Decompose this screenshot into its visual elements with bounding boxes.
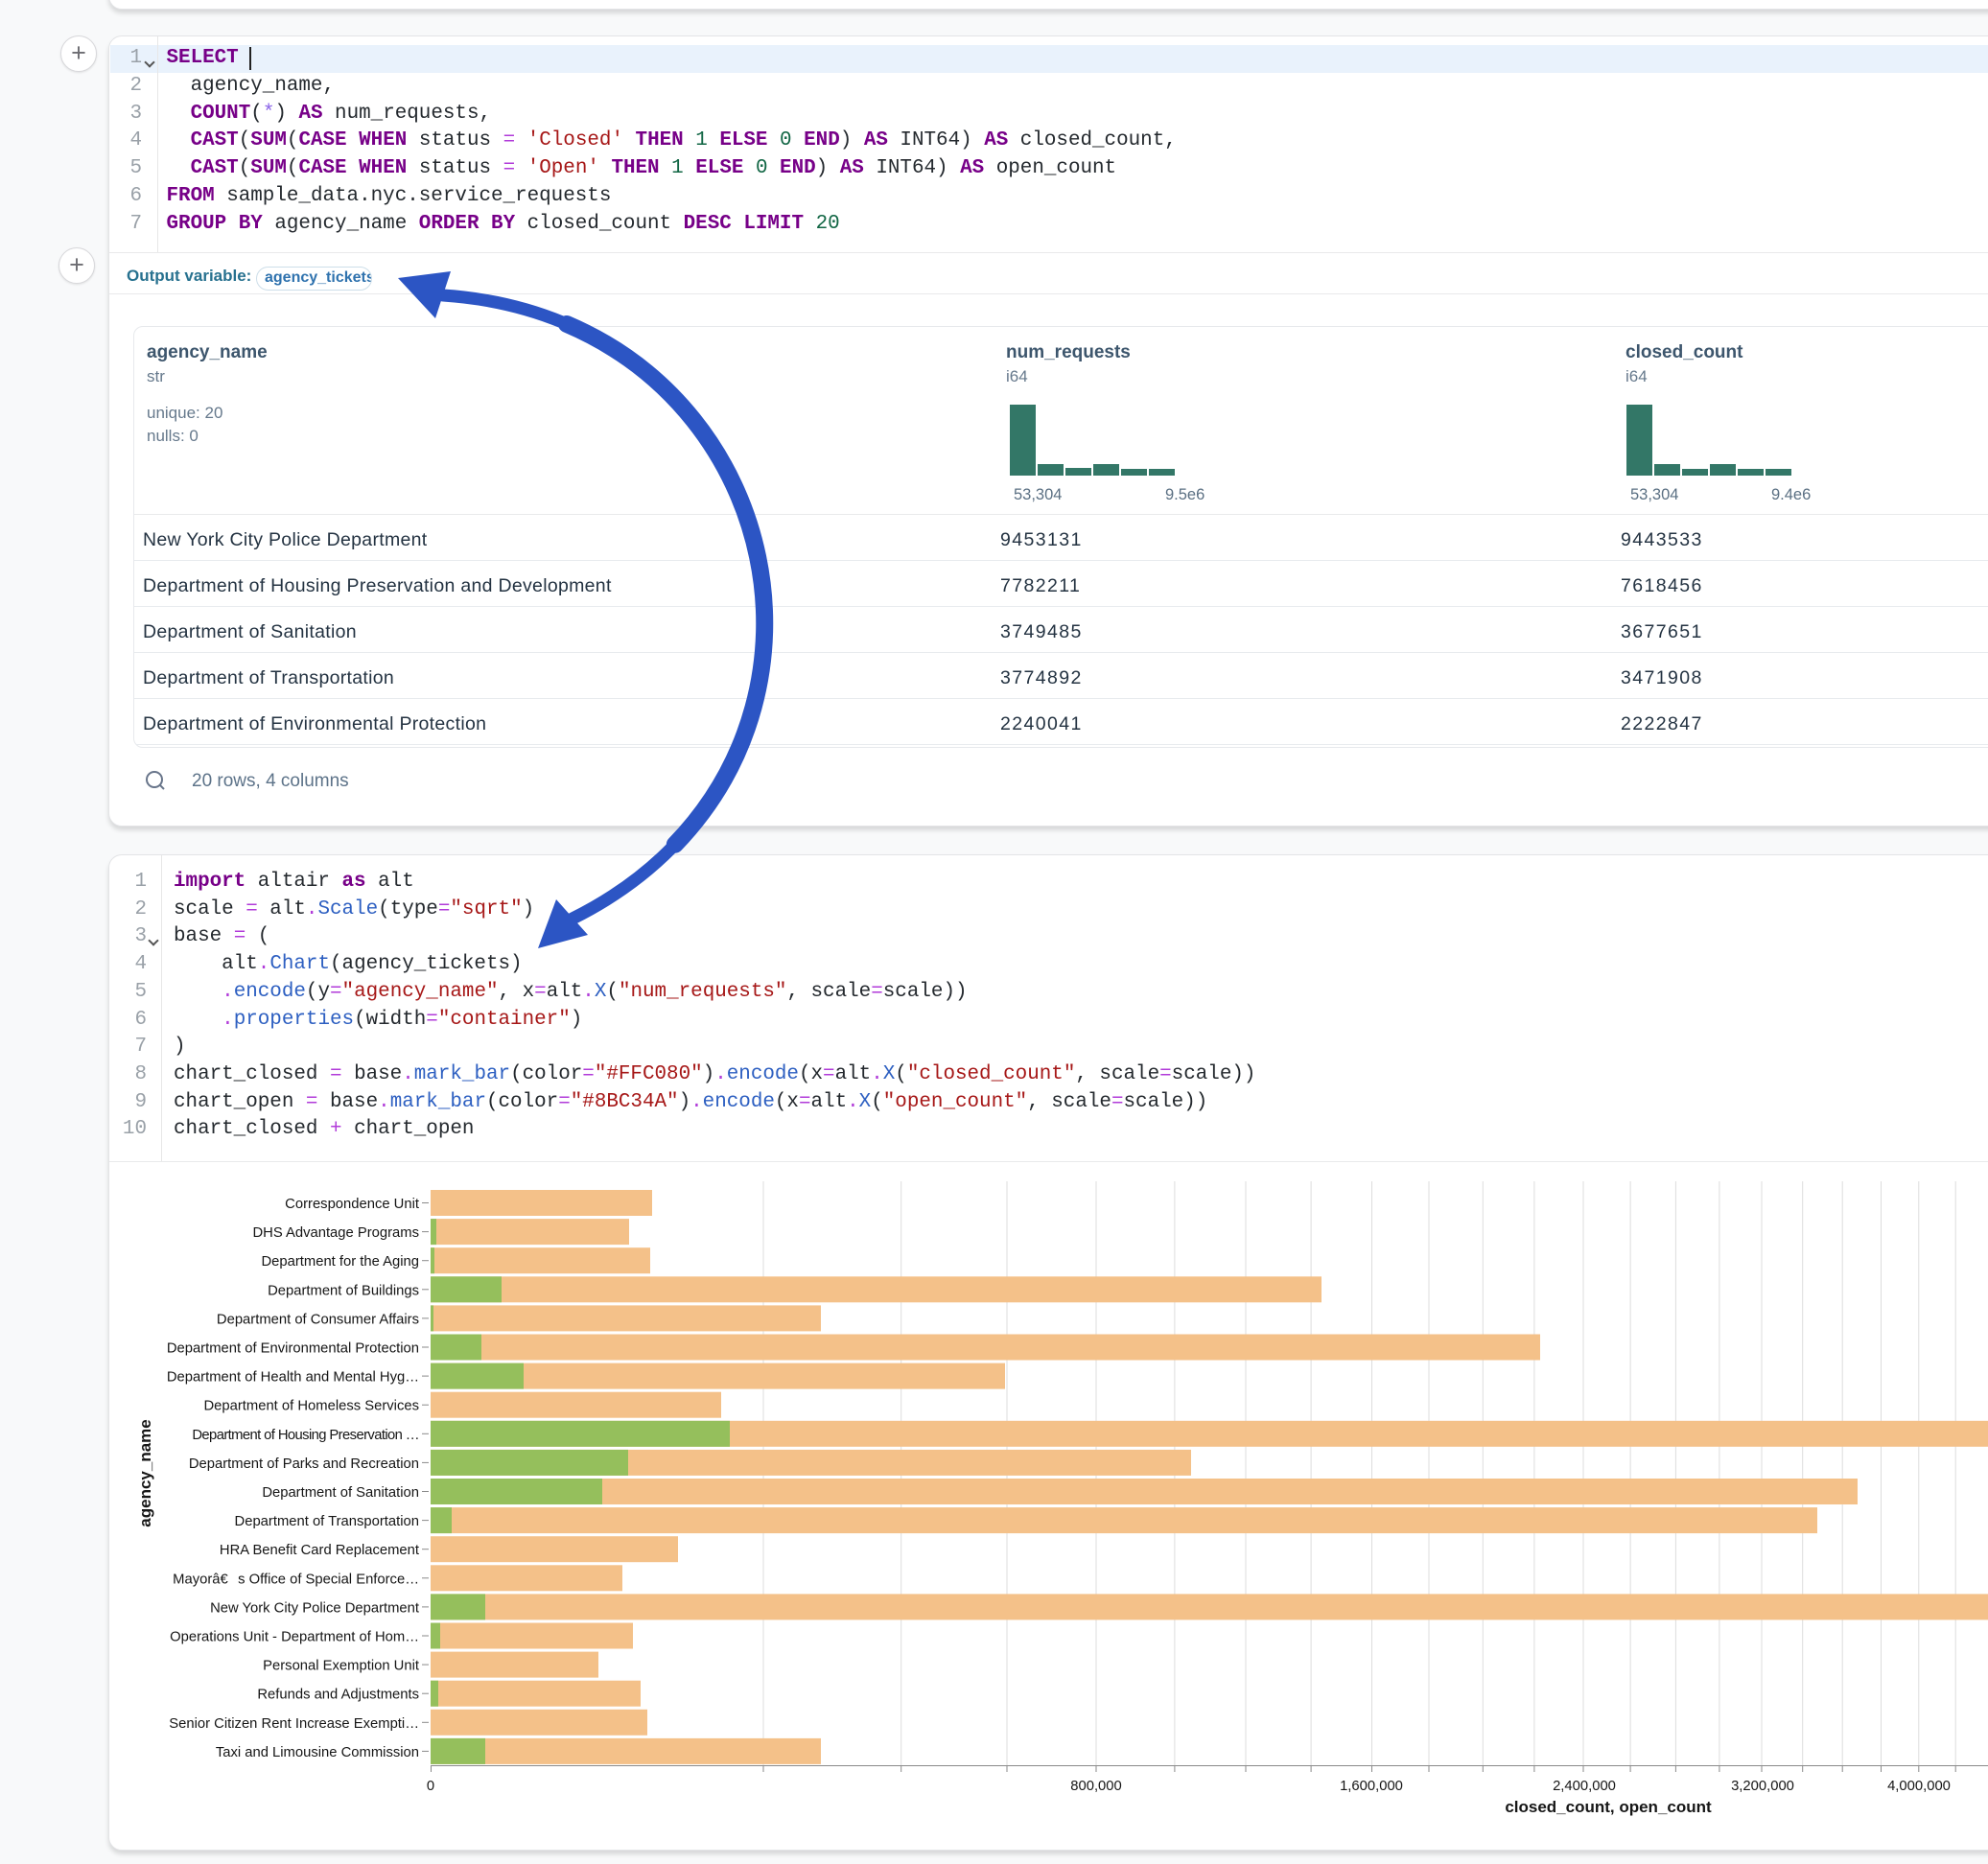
svg-text:Personal Exemption Unit: Personal Exemption Unit <box>263 1659 419 1674</box>
svg-text:Department of Housing Preserva: Department of Housing Preservation … <box>192 1428 419 1443</box>
svg-text:3,200,000: 3,200,000 <box>1731 1779 1794 1794</box>
svg-text:Department of Parks and Recrea: Department of Parks and Recreation <box>189 1456 419 1472</box>
svg-text:closed_count, open_count: closed_count, open_count <box>1505 1798 1712 1816</box>
svg-text:Refunds and Adjustments: Refunds and Adjustments <box>257 1688 419 1703</box>
svg-text:DHS Advantage Programs: DHS Advantage Programs <box>252 1225 419 1241</box>
svg-text:1,600,000: 1,600,000 <box>1340 1779 1403 1794</box>
svg-text:Taxi and Limousine Commission: Taxi and Limousine Commission <box>216 1745 419 1760</box>
svg-text:4,000,000: 4,000,000 <box>1887 1779 1951 1794</box>
svg-text:Department of Consumer Affairs: Department of Consumer Affairs <box>217 1312 419 1327</box>
svg-text:Department of Health and Menta: Department of Health and Mental Hyg… <box>167 1370 419 1386</box>
svg-text:Correspondence Unit: Correspondence Unit <box>285 1197 419 1212</box>
svg-text:Department of Transportation: Department of Transportation <box>235 1514 419 1529</box>
svg-text:Mayorâ€ s Office of Special E: Mayorâ€ s Office of Special Enforce… <box>173 1572 419 1587</box>
svg-text:800,000: 800,000 <box>1070 1779 1122 1794</box>
svg-text:2,400,000: 2,400,000 <box>1553 1779 1616 1794</box>
svg-text:New York City Police Departmen: New York City Police Department <box>210 1600 419 1616</box>
svg-text:Department of Buildings: Department of Buildings <box>268 1283 419 1298</box>
svg-text:0: 0 <box>427 1779 434 1794</box>
svg-text:Operations Unit - Department o: Operations Unit - Department of Hom… <box>170 1630 419 1645</box>
svg-text:Department of Environmental Pr: Department of Environmental Protection <box>167 1341 419 1357</box>
svg-text:agency_name: agency_name <box>136 1419 154 1526</box>
svg-text:HRA Benefit Card Replacement: HRA Benefit Card Replacement <box>220 1543 419 1558</box>
svg-text:Department of Homeless Service: Department of Homeless Services <box>203 1399 419 1414</box>
svg-text:Department of Sanitation: Department of Sanitation <box>262 1485 419 1501</box>
svg-text:Senior Citizen Rent Increase E: Senior Citizen Rent Increase Exempti… <box>169 1716 419 1732</box>
svg-text:Department for the Aging: Department for the Aging <box>261 1254 419 1270</box>
